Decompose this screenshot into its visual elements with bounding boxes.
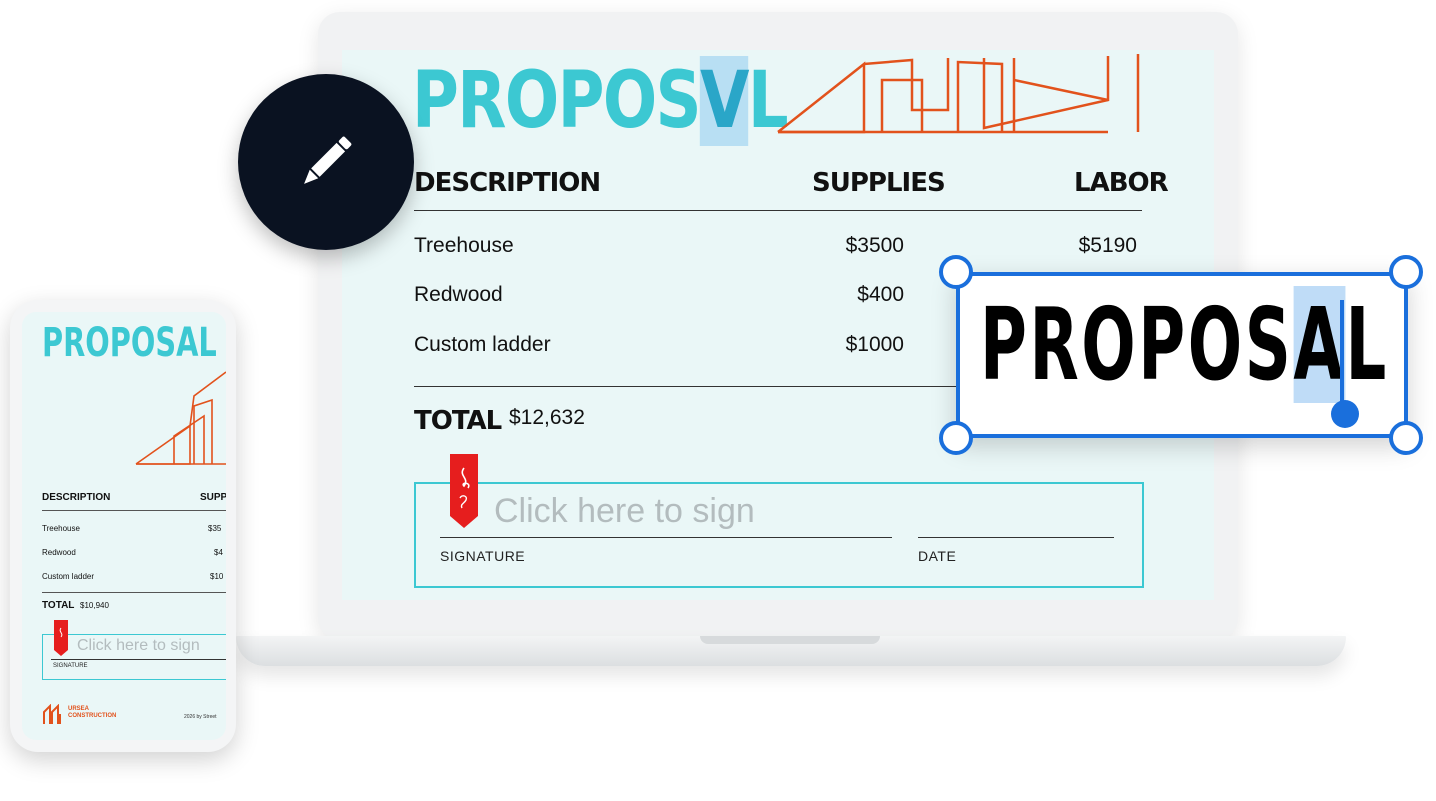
- resize-handle-top-right[interactable]: [1389, 255, 1423, 289]
- phone-signature-label: SIGNATURE: [53, 663, 88, 669]
- edit-selected-char[interactable]: A: [1293, 286, 1346, 403]
- signature-placeholder[interactable]: Click here to sign: [494, 492, 755, 531]
- row-labor: $5190: [1078, 234, 1137, 257]
- header-supplies: SUPPLIES: [812, 168, 946, 198]
- footer-credit: 2026 by Street: [184, 714, 217, 720]
- header-description: DESCRIPTION: [414, 168, 601, 198]
- pencil-icon: [304, 136, 352, 184]
- edit-text[interactable]: PROPOSAL: [980, 286, 1389, 403]
- phone-acrobat-sign-bookmark-icon[interactable]: [54, 620, 68, 656]
- text-cursor-handle[interactable]: [1331, 400, 1359, 428]
- date-line: [918, 537, 1114, 538]
- document-title[interactable]: PROPOSVL: [412, 56, 789, 146]
- row-supplies: $1000: [845, 333, 904, 356]
- phone-total-label: TOTAL: [42, 600, 75, 611]
- phone-header-description: DESCRIPTION: [42, 492, 111, 503]
- title-prefix: PROPOS: [412, 56, 702, 146]
- phone-signature-field[interactable]: Click here to sign SIGNATURE: [42, 634, 226, 680]
- row-label: Redwood: [414, 283, 503, 306]
- phone-signature-line: [51, 659, 226, 660]
- phone-row-label: Redwood: [42, 548, 76, 557]
- header-divider: [414, 210, 1142, 211]
- header-labor: LABOR: [1074, 168, 1169, 198]
- edit-pencil-button[interactable]: [238, 74, 414, 250]
- signature-line: [440, 537, 892, 538]
- phone-header-supplies: SUPP: [200, 492, 226, 503]
- company-logo-icon: [43, 704, 61, 724]
- phone-signature-placeholder[interactable]: Click here to sign: [77, 637, 200, 655]
- edit-text-suffix: L: [1345, 286, 1389, 403]
- edit-text-prefix: PROPOS: [980, 286, 1294, 403]
- phone-row-label: Custom ladder: [42, 572, 95, 581]
- row-supplies: $400: [857, 283, 904, 306]
- phone-document-title: PROPOSAL: [42, 320, 217, 366]
- row-label: Treehouse: [414, 234, 514, 257]
- phone-header-divider: [42, 510, 226, 511]
- acrobat-sign-bookmark-icon[interactable]: [450, 454, 478, 528]
- phone-row-supplies: $10: [210, 572, 224, 581]
- architectural-sketch-icon: [777, 54, 1140, 134]
- company-name: URSEA CONSTRUCTION: [68, 706, 117, 719]
- laptop-notch: [700, 636, 880, 644]
- phone-row-label: Treehouse: [42, 524, 80, 533]
- phone-total-value: $10,940: [80, 601, 109, 610]
- phone-total-divider: [42, 592, 226, 593]
- title-selected-char[interactable]: V: [699, 56, 749, 146]
- signature-field[interactable]: Click here to sign SIGNATURE DATE: [414, 482, 1144, 588]
- phone-architectural-sketch-icon: [135, 371, 226, 465]
- text-cursor: [1340, 300, 1344, 410]
- row-label: Custom ladder: [414, 333, 551, 356]
- total-value: $12,632: [509, 406, 585, 429]
- date-label: DATE: [918, 548, 957, 564]
- resize-handle-bottom-left[interactable]: [939, 421, 973, 455]
- phone-document: PROPOSAL DESCRIPTION SUPP Treehouse $35 …: [22, 312, 226, 740]
- phone-row-supplies: $4: [214, 548, 223, 557]
- signature-label: SIGNATURE: [440, 548, 526, 564]
- resize-handle-top-left[interactable]: [939, 255, 973, 289]
- phone-row-supplies: $35: [208, 524, 222, 533]
- total-label: TOTAL: [414, 406, 502, 436]
- row-supplies: $3500: [845, 234, 904, 257]
- resize-handle-bottom-right[interactable]: [1389, 421, 1423, 455]
